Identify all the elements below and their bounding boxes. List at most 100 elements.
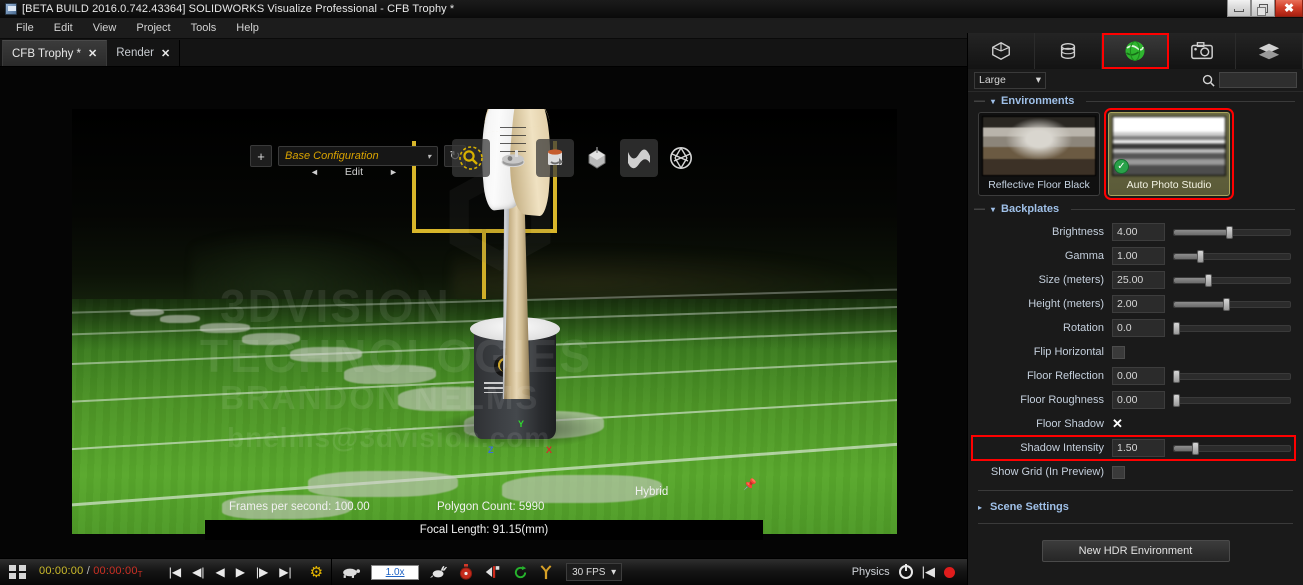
fps-dropdown[interactable]: 30 FPS ▾ bbox=[566, 563, 623, 581]
models-tab[interactable] bbox=[968, 33, 1035, 69]
add-configuration-button[interactable]: + bbox=[250, 145, 272, 167]
axis-triad: Y Z X bbox=[488, 419, 554, 459]
new-hdr-button-wrap: New HDR Environment bbox=[968, 540, 1303, 562]
record-icon[interactable] bbox=[944, 566, 955, 578]
right-panel: Large ▾ — ▾ Environments Reflective Floo… bbox=[967, 33, 1303, 585]
thumbnail-size-dropdown[interactable]: Large ▾ bbox=[974, 71, 1046, 89]
keyframe-left-icon[interactable] bbox=[484, 565, 502, 579]
tab-cfb-trophy[interactable]: CFB Trophy * ✕ bbox=[2, 40, 108, 66]
models-layers-tab[interactable] bbox=[1236, 33, 1303, 69]
menu-help[interactable]: Help bbox=[226, 20, 269, 36]
size-slider[interactable] bbox=[1173, 273, 1291, 287]
appearances-tab[interactable] bbox=[1035, 33, 1102, 69]
property-label: Rotation bbox=[1063, 322, 1104, 334]
minimize-button[interactable] bbox=[1227, 0, 1251, 17]
next-icon[interactable]: ► bbox=[389, 167, 398, 177]
turtle-icon[interactable] bbox=[340, 566, 361, 578]
step-back-button[interactable]: ◀| bbox=[192, 565, 204, 579]
pin-icon[interactable]: 📌 bbox=[743, 478, 757, 491]
floor-roughness-slider[interactable] bbox=[1173, 393, 1291, 407]
stopwatch-icon[interactable] bbox=[459, 564, 473, 580]
shadow-intensity-slider[interactable] bbox=[1173, 441, 1291, 455]
cube-gizmo-icon[interactable] bbox=[578, 139, 616, 177]
section-title: Scene Settings bbox=[990, 501, 1069, 513]
configuration-dropdown[interactable]: Base Configuration ▾ bbox=[278, 146, 438, 166]
flip-horizontal-checkbox[interactable] bbox=[1112, 345, 1125, 359]
floor-roughness-input[interactable]: 0.00 bbox=[1112, 391, 1165, 409]
rotation-input[interactable]: 0.0 bbox=[1112, 319, 1165, 337]
rewind-icon[interactable]: |◀ bbox=[922, 564, 935, 580]
skip-start-button[interactable]: |◀ bbox=[169, 565, 181, 579]
tab-label: Render bbox=[116, 47, 154, 59]
gamma-slider[interactable] bbox=[1173, 249, 1291, 263]
physics-group: Physics |◀ bbox=[852, 564, 967, 580]
keyframe-icon[interactable] bbox=[539, 564, 553, 580]
chevron-right-icon[interactable]: ▸ bbox=[978, 503, 982, 512]
turntable-icon[interactable] bbox=[494, 139, 532, 177]
menu-view[interactable]: View bbox=[83, 20, 127, 36]
search-group bbox=[1202, 72, 1297, 88]
rabbit-icon[interactable] bbox=[430, 565, 448, 579]
floor-shadow-checkbox[interactable]: ✕ bbox=[1112, 416, 1128, 432]
height-slider[interactable] bbox=[1173, 297, 1291, 311]
height-input[interactable]: 2.00 bbox=[1112, 295, 1165, 313]
grid-view-icon[interactable] bbox=[9, 565, 27, 579]
skip-end-button[interactable]: ▶| bbox=[279, 565, 291, 579]
rotation-slider[interactable] bbox=[1173, 321, 1291, 335]
floor-reflection-input[interactable]: 0.00 bbox=[1112, 367, 1165, 385]
edit-label[interactable]: Edit bbox=[345, 166, 363, 178]
chevron-down-icon: ▾ bbox=[426, 151, 431, 161]
maximize-button[interactable] bbox=[1251, 0, 1275, 17]
play-reverse-button[interactable]: ◀ bbox=[215, 565, 224, 579]
shadow-intensity-input[interactable]: 1.50 bbox=[1112, 439, 1165, 457]
cameras-tab[interactable] bbox=[1169, 33, 1236, 69]
close-button[interactable]: ✖ bbox=[1275, 0, 1303, 17]
menu-edit[interactable]: Edit bbox=[44, 20, 83, 36]
gear-icon[interactable]: ⚙ bbox=[310, 563, 323, 581]
search-input[interactable] bbox=[1219, 72, 1297, 88]
property-label: Gamma bbox=[1064, 250, 1104, 262]
floor-reflection-slider[interactable] bbox=[1173, 369, 1291, 383]
maximize-icon bbox=[1256, 3, 1268, 16]
step-forward-button[interactable]: |▶ bbox=[256, 565, 268, 579]
brightness-input[interactable]: 4.00 bbox=[1112, 223, 1165, 241]
scene-settings-section[interactable]: ▸ Scene Settings bbox=[968, 497, 1303, 517]
menu-file[interactable]: File bbox=[6, 20, 44, 36]
tab-render[interactable]: Render ✕ bbox=[107, 40, 181, 66]
document-tab-bar: CFB Trophy * ✕ Render ✕ bbox=[0, 39, 967, 67]
power-icon[interactable] bbox=[898, 564, 913, 579]
environment-thumbnail bbox=[1112, 116, 1226, 176]
chevron-down-icon[interactable]: ▾ bbox=[991, 205, 995, 214]
render-viewport[interactable]: Y Z X 3DVISION TECHNOLOGIES BRANDON NELM… bbox=[0, 67, 967, 558]
close-icon[interactable]: ✕ bbox=[88, 47, 97, 60]
search-icon[interactable] bbox=[1202, 74, 1215, 87]
chevron-down-icon[interactable]: ▾ bbox=[991, 97, 995, 106]
size-input[interactable]: 25.00 bbox=[1112, 271, 1165, 289]
playback-speed-input[interactable]: 1.0x bbox=[371, 564, 420, 580]
environments-tab[interactable] bbox=[1102, 33, 1169, 69]
property-label: Floor Shadow bbox=[1036, 418, 1104, 430]
backplates-section-header[interactable]: — ▾ Backplates bbox=[968, 200, 1303, 217]
new-hdr-environment-button[interactable]: New HDR Environment bbox=[1041, 540, 1230, 562]
magnifier-select-icon[interactable] bbox=[452, 139, 490, 177]
menu-project[interactable]: Project bbox=[126, 20, 180, 36]
brightness-slider[interactable] bbox=[1173, 225, 1291, 239]
environments-section-header[interactable]: — ▾ Environments bbox=[968, 92, 1303, 109]
solidworks-icon bbox=[5, 3, 17, 15]
environment-card-reflective-floor-black[interactable]: Reflective Floor Black bbox=[978, 112, 1100, 196]
camera-flip-icon[interactable] bbox=[620, 139, 658, 177]
property-row-gamma: Gamma 1.00 bbox=[972, 244, 1295, 268]
environment-list: Reflective Floor Black ✓ Auto Photo Stud… bbox=[968, 108, 1303, 200]
gamma-input[interactable]: 1.00 bbox=[1112, 247, 1165, 265]
menu-tools[interactable]: Tools bbox=[181, 20, 227, 36]
cylinder-rotate-icon[interactable] bbox=[536, 139, 574, 177]
prev-icon[interactable]: ◄ bbox=[310, 167, 319, 177]
aperture-icon[interactable] bbox=[662, 139, 700, 177]
play-button[interactable]: ▶ bbox=[236, 565, 245, 579]
close-icon[interactable]: ✕ bbox=[161, 47, 170, 60]
property-row-height: Height (meters) 2.00 bbox=[972, 292, 1295, 316]
show-grid-checkbox[interactable] bbox=[1112, 465, 1125, 479]
loop-icon[interactable] bbox=[513, 565, 528, 580]
property-label: Show Grid (In Preview) bbox=[990, 466, 1104, 478]
environment-card-auto-photo-studio[interactable]: ✓ Auto Photo Studio bbox=[1104, 108, 1234, 200]
